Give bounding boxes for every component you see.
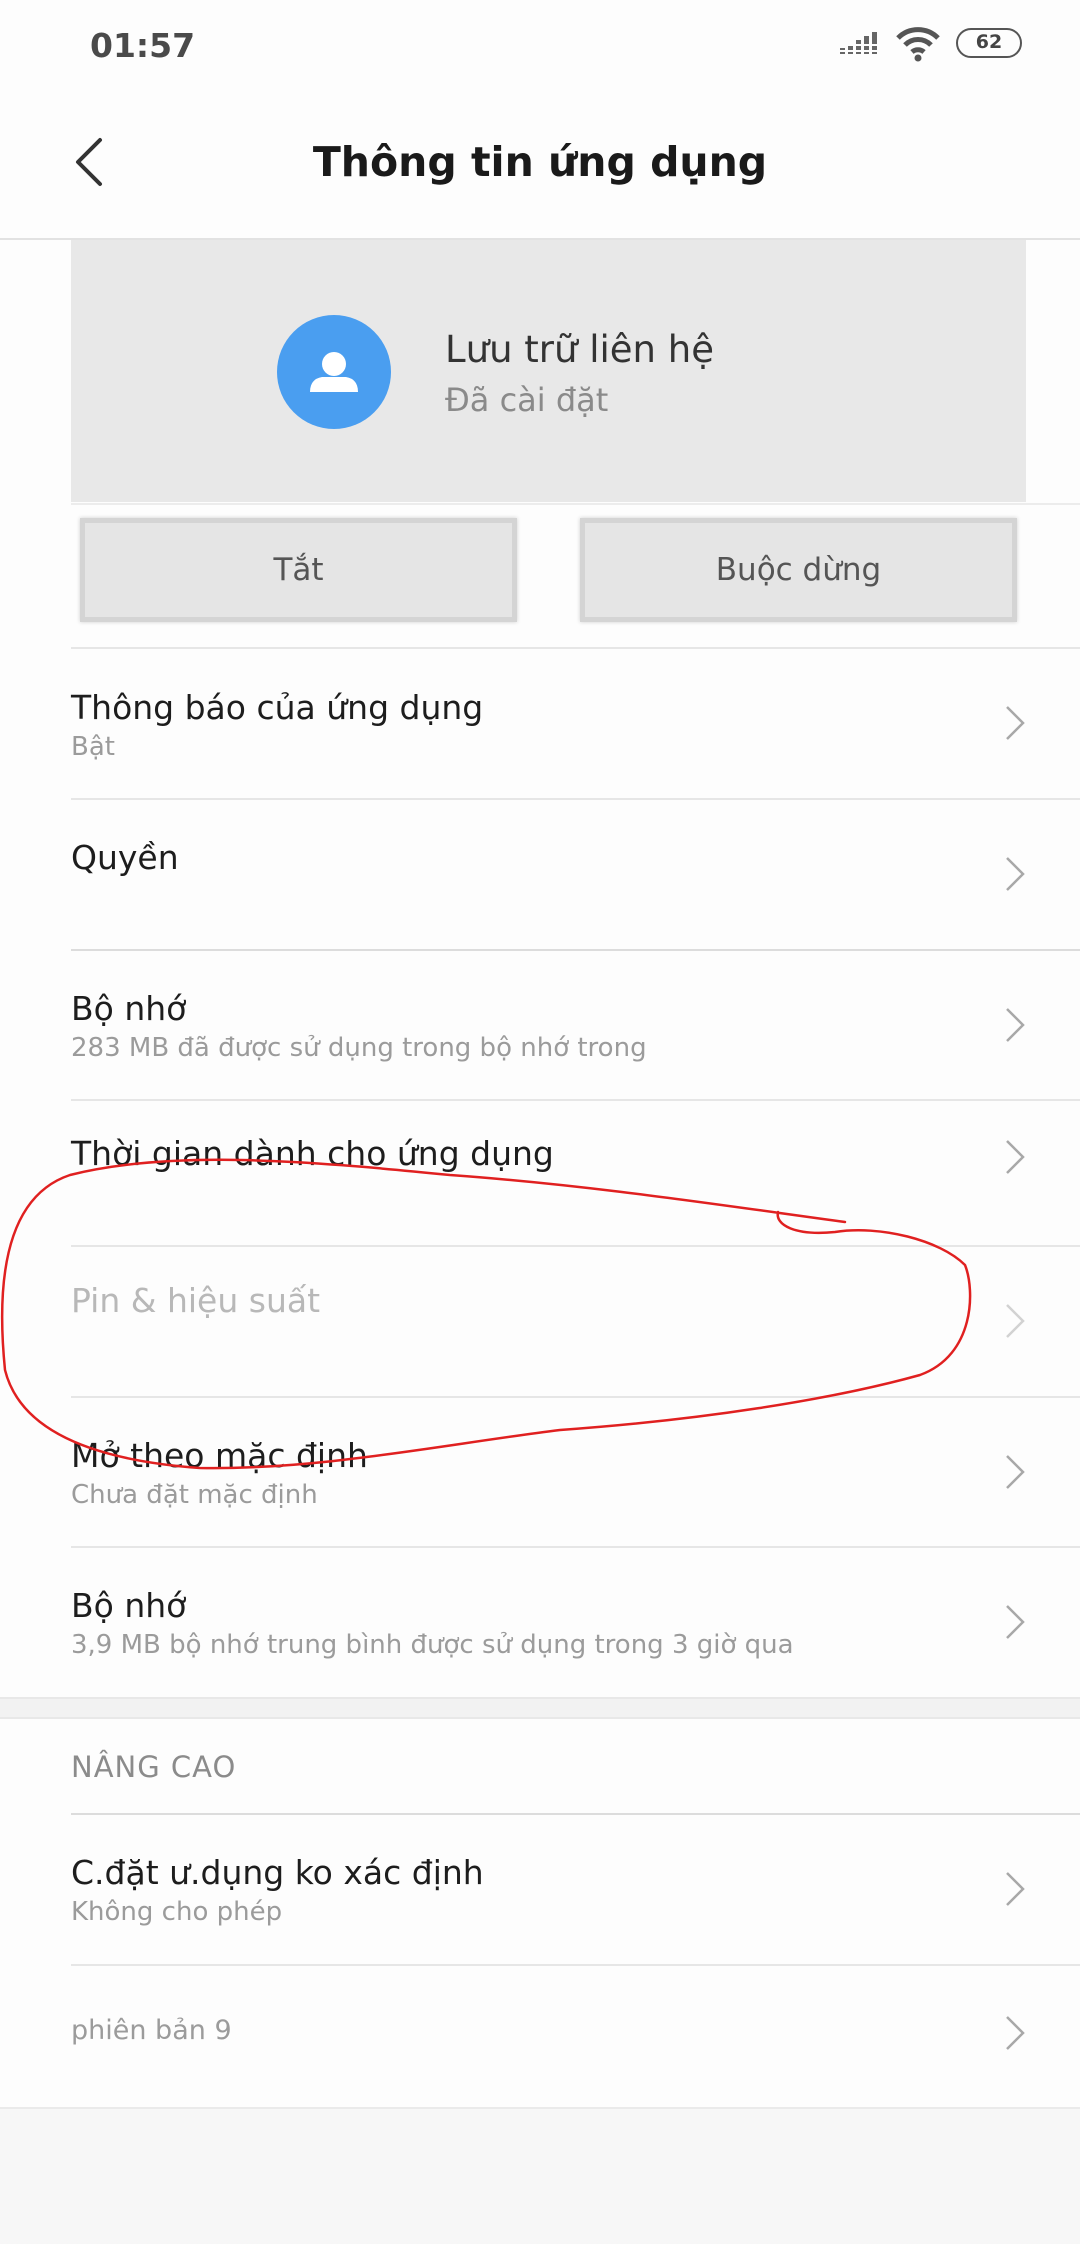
- battery-level: 62: [975, 31, 1003, 53]
- status-bar: 01:57 62: [0, 0, 1080, 92]
- row-title: Quyền: [71, 838, 179, 877]
- row-title: C.đặt ư.dụng ko xác định: [71, 1853, 484, 1892]
- row-subtitle: 3,9 MB bộ nhớ trung bình được sử dụng tr…: [71, 1630, 794, 1660]
- app-install-status: Đã cài đặt: [445, 381, 609, 419]
- row-title: Thời gian dành cho ứng dụng: [71, 1134, 554, 1173]
- settings-row-notifications[interactable]: Thông báo của ứng dụng Bật: [0, 649, 1080, 799]
- contact-person-icon: [277, 315, 391, 429]
- settings-row-battery: Pin & hiệu suất: [0, 1247, 1080, 1397]
- chevron-right-icon: [1006, 857, 1025, 891]
- app-info-screen: 01:57 62 Thông tin ứng dụng Lưu trữ liên…: [0, 0, 1080, 2244]
- page-title: Thông tin ứng dụng: [312, 138, 768, 186]
- row-subtitle: Không cho phép: [71, 1897, 283, 1927]
- app-name: Lưu trữ liên hệ: [445, 328, 714, 371]
- settings-row-screen-time[interactable]: Thời gian dành cho ứng dụng: [0, 1101, 1080, 1245]
- settings-row-memory[interactable]: Bộ nhớ 3,9 MB bộ nhớ trung bình được sử …: [0, 1548, 1080, 1697]
- chevron-right-icon: [1006, 2016, 1025, 2050]
- chevron-right-icon: [1006, 706, 1025, 740]
- row-title: Thông báo của ứng dụng: [71, 688, 484, 727]
- row-title: Bộ nhớ: [71, 989, 187, 1028]
- row-subtitle: Bật: [71, 732, 115, 762]
- chevron-right-icon: [1006, 1140, 1025, 1174]
- version-text: phiên bản 9: [71, 2015, 232, 2046]
- settings-row-permissions[interactable]: Quyền: [0, 800, 1080, 950]
- row-title: Pin & hiệu suất: [71, 1281, 321, 1320]
- chevron-right-icon: [1006, 1872, 1025, 1906]
- chevron-right-icon: [1006, 1455, 1025, 1489]
- settings-row-open-by-default[interactable]: Mở theo mặc định Chưa đặt mặc định: [0, 1398, 1080, 1548]
- row-subtitle: 283 MB đã được sử dụng trong bộ nhớ tron…: [71, 1033, 647, 1063]
- settings-row-version[interactable]: phiên bản 9: [0, 1966, 1080, 2106]
- app-summary-card: Lưu trữ liên hệ Đã cài đặt: [71, 240, 1026, 502]
- section-header: NÂNG CAO: [71, 1750, 237, 1784]
- chevron-right-icon: [1006, 1304, 1025, 1338]
- battery-icon: 62: [956, 28, 1022, 58]
- disable-button[interactable]: Tắt: [80, 518, 517, 622]
- chevron-right-icon: [1006, 1008, 1025, 1042]
- force-stop-button[interactable]: Buộc dừng: [580, 518, 1017, 622]
- chevron-right-icon: [1006, 1605, 1025, 1639]
- section-separator: [0, 1697, 1080, 1719]
- settings-row-unknown-apps[interactable]: C.đặt ư.dụng ko xác định Không cho phép: [0, 1815, 1080, 1965]
- row-subtitle: Chưa đặt mặc định: [71, 1480, 318, 1510]
- row-title: Bộ nhớ: [71, 1586, 187, 1625]
- settings-row-storage[interactable]: Bộ nhớ 283 MB đã được sử dụng trong bộ n…: [0, 951, 1080, 1101]
- app-bar: Thông tin ứng dụng: [0, 92, 1080, 240]
- wifi-icon: [896, 27, 940, 62]
- status-time: 01:57: [90, 26, 196, 65]
- app-info-content: Lưu trữ liên hệ Đã cài đặt Tắt Buộc dừng…: [0, 240, 1080, 1697]
- divider: [71, 503, 1080, 505]
- status-icons: 62: [840, 22, 1080, 72]
- advanced-section: NÂNG CAO C.đặt ư.dụng ko xác định Không …: [0, 1719, 1080, 2109]
- signal-icon: [840, 32, 880, 54]
- row-title: Mở theo mặc định: [71, 1436, 368, 1475]
